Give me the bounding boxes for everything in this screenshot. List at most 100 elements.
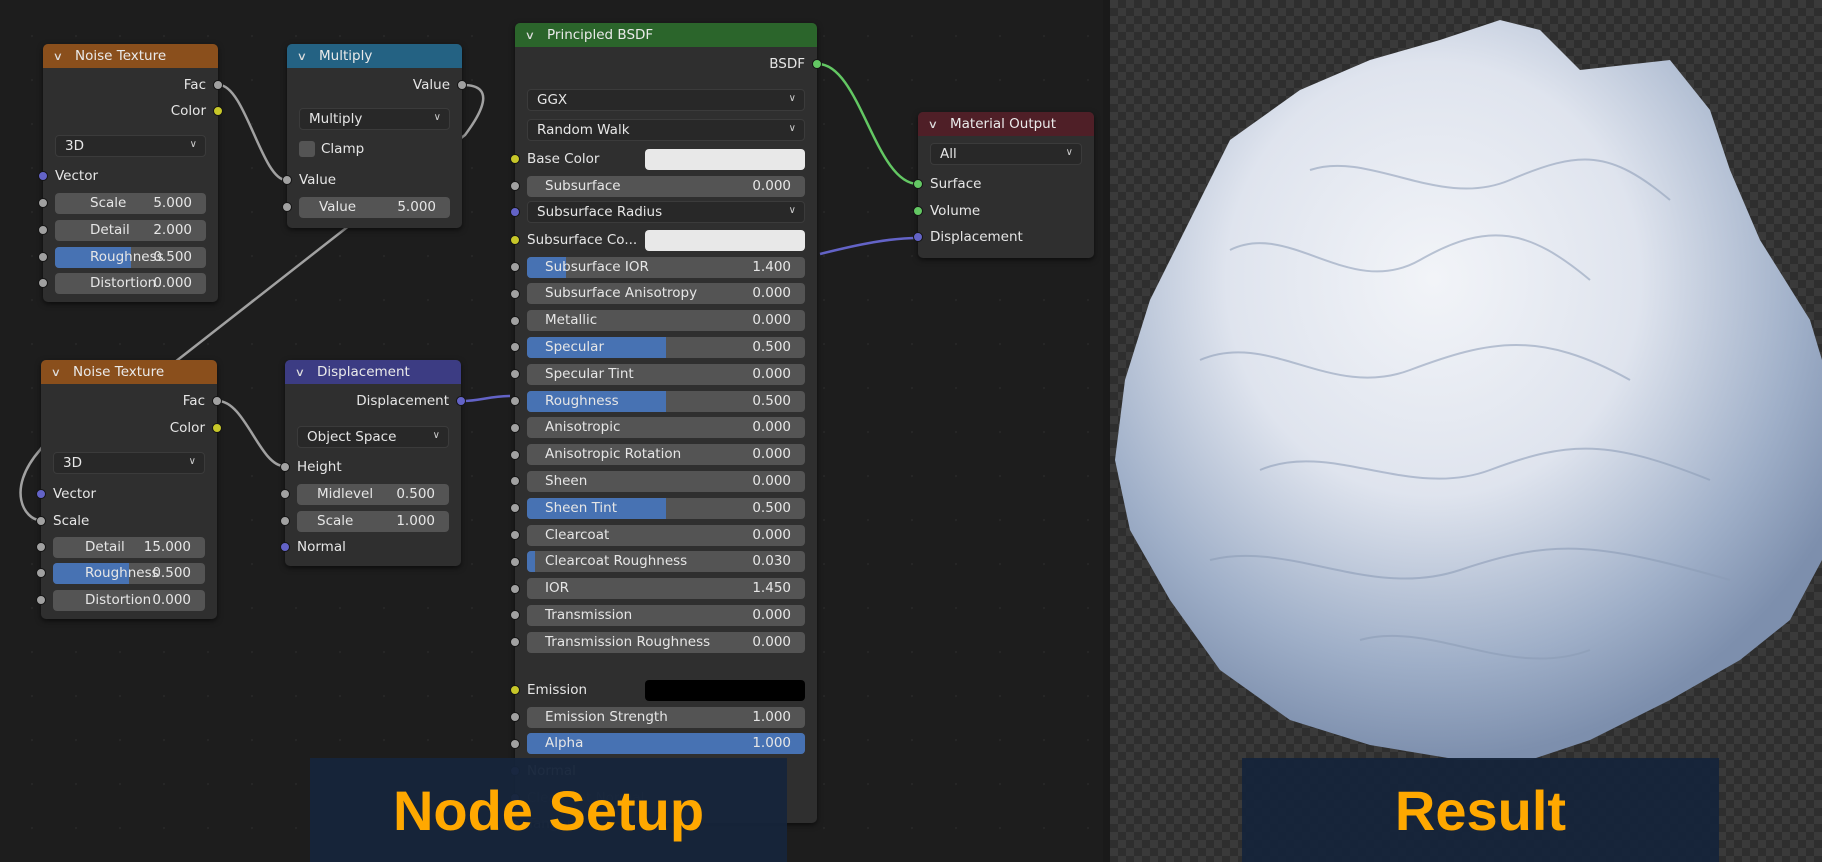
socket-subsurface-color-icon[interactable]: [510, 235, 520, 245]
node-header[interactable]: ∨ Multiply: [287, 44, 462, 68]
node-header[interactable]: ∨ Principled BSDF: [515, 23, 817, 47]
socket-normal-icon[interactable]: [280, 542, 290, 552]
noise-texture-node-1[interactable]: ∨ Noise Texture Fac Color 3D ∨ Vector Sc…: [38, 44, 223, 302]
base-color-swatch[interactable]: [645, 149, 805, 170]
principled-bsdf-node[interactable]: ∨ Principled BSDF BSDF GGX ∨ Random Walk…: [510, 23, 822, 832]
socket-fac-icon[interactable]: [212, 396, 222, 406]
scale-field[interactable]: Scale 5.000: [55, 192, 206, 214]
socket-icon[interactable]: [510, 369, 520, 380]
value-field[interactable]: Specular Tint 0.000: [527, 363, 805, 385]
socket-value-icon[interactable]: [282, 175, 292, 185]
socket-icon[interactable]: [510, 449, 520, 460]
socket-icon[interactable]: [510, 738, 520, 749]
socket-icon[interactable]: [510, 637, 520, 648]
clamp-checkbox-row[interactable]: Clamp: [287, 138, 462, 160]
value-field[interactable]: Subsurface Anisotropy 0.000: [527, 283, 805, 305]
value-field[interactable]: Sheen Tint 0.500: [527, 497, 805, 519]
socket-icon[interactable]: [510, 315, 520, 326]
socket-icon[interactable]: [510, 503, 520, 514]
socket-detail-icon[interactable]: [38, 225, 48, 235]
socket-icon[interactable]: [510, 610, 520, 621]
socket-icon[interactable]: [510, 712, 520, 722]
value-field[interactable]: Specular 0.500: [527, 336, 805, 358]
value-field[interactable]: Transmission Roughness 0.000: [527, 631, 805, 653]
socket-vector-icon[interactable]: [36, 489, 46, 499]
dimensions-dropdown[interactable]: 3D ∨: [53, 452, 205, 474]
value-field[interactable]: Alpha 1.000: [527, 733, 805, 755]
socket-volume-icon[interactable]: [913, 206, 923, 216]
midlevel-field[interactable]: Midlevel 0.500: [297, 483, 449, 505]
socket-roughness-icon[interactable]: [38, 252, 48, 262]
scale-field[interactable]: Scale 1.000: [297, 510, 449, 532]
value-field[interactable]: Value 5.000: [299, 196, 450, 218]
operation-dropdown[interactable]: Multiply ∨: [299, 108, 450, 130]
socket-icon[interactable]: [510, 262, 520, 272]
roughness-field[interactable]: Roughness 0.500: [55, 246, 206, 268]
socket-subsurface-icon[interactable]: [510, 181, 520, 191]
socket-icon[interactable]: [510, 288, 520, 299]
socket-color-icon[interactable]: [212, 423, 222, 433]
collapse-chevron-icon[interactable]: ∨: [51, 366, 72, 379]
socket-detail-icon[interactable]: [36, 542, 46, 552]
value-field[interactable]: Anisotropic 0.000: [527, 417, 805, 439]
value-field[interactable]: Metallic 0.000: [527, 310, 805, 332]
socket-value-icon[interactable]: [282, 202, 292, 212]
distortion-field[interactable]: Distortion 0.000: [53, 589, 205, 611]
noise-texture-node-2[interactable]: ∨ Noise Texture Fac Color 3D ∨ Vector Sc…: [36, 360, 222, 619]
node-header[interactable]: ∨ Material Output: [918, 112, 1094, 136]
clamp-checkbox[interactable]: [299, 141, 315, 157]
socket-scale-icon[interactable]: [36, 516, 46, 526]
subsurface-method-dropdown[interactable]: Random Walk ∨: [527, 119, 805, 141]
space-dropdown[interactable]: Object Space ∨: [297, 426, 449, 448]
socket-distortion-icon[interactable]: [36, 595, 46, 605]
emission-color-swatch[interactable]: [645, 680, 805, 701]
socket-subsurface-radius-icon[interactable]: [510, 207, 520, 217]
dimensions-dropdown[interactable]: 3D ∨: [55, 135, 206, 157]
value-field[interactable]: Subsurface IOR 1.400: [527, 256, 805, 278]
socket-displacement-icon[interactable]: [913, 232, 923, 242]
node-header[interactable]: ∨ Noise Texture: [43, 44, 218, 68]
socket-base-color-icon[interactable]: [510, 154, 520, 164]
collapse-chevron-icon[interactable]: ∨: [928, 118, 949, 131]
socket-scale-icon[interactable]: [38, 198, 48, 208]
node-header[interactable]: ∨ Displacement: [285, 360, 461, 384]
multiply-node[interactable]: ∨ Multiply Value Multiply ∨ Clamp Value …: [282, 44, 467, 228]
socket-icon[interactable]: [510, 583, 520, 594]
distribution-dropdown[interactable]: GGX ∨: [527, 89, 805, 111]
value-field[interactable]: Sheen 0.000: [527, 470, 805, 492]
socket-midlevel-icon[interactable]: [280, 489, 290, 499]
value-field[interactable]: Anisotropic Rotation 0.000: [527, 444, 805, 466]
socket-scale-icon[interactable]: [280, 516, 290, 526]
socket-vector-icon[interactable]: [38, 171, 48, 181]
socket-roughness-icon[interactable]: [36, 568, 46, 578]
socket-icon[interactable]: [510, 342, 520, 353]
distortion-field[interactable]: Distortion 0.000: [55, 272, 206, 294]
socket-icon[interactable]: [510, 422, 520, 433]
collapse-chevron-icon[interactable]: ∨: [297, 50, 318, 63]
socket-value-icon[interactable]: [457, 80, 467, 90]
collapse-chevron-icon[interactable]: ∨: [525, 29, 546, 42]
value-field[interactable]: Clearcoat 0.000: [527, 524, 805, 546]
socket-bsdf-icon[interactable]: [812, 59, 822, 69]
collapse-chevron-icon[interactable]: ∨: [53, 50, 74, 63]
socket-displacement-icon[interactable]: [456, 396, 466, 406]
socket-surface-icon[interactable]: [913, 179, 923, 189]
material-output-node[interactable]: ∨ Material Output All ∨ Surface Volume D…: [913, 112, 1094, 258]
value-field[interactable]: IOR 1.450: [527, 578, 805, 600]
subsurface-color-swatch[interactable]: [645, 230, 805, 251]
value-field[interactable]: Emission Strength 1.000: [527, 706, 805, 728]
target-dropdown[interactable]: All ∨: [930, 143, 1082, 165]
socket-distortion-icon[interactable]: [38, 278, 48, 288]
socket-height-icon[interactable]: [280, 462, 290, 472]
socket-emission-icon[interactable]: [510, 685, 520, 695]
roughness-field[interactable]: Roughness 0.500: [53, 562, 205, 584]
detail-field[interactable]: Detail 15.000: [53, 536, 205, 558]
value-field[interactable]: Clearcoat Roughness 0.030: [527, 551, 805, 573]
displacement-node[interactable]: ∨ Displacement Displacement Object Space…: [280, 360, 466, 566]
socket-color-icon[interactable]: [213, 106, 223, 116]
node-editor-canvas[interactable]: ∨ Noise Texture Fac Color 3D ∨ Vector Sc…: [0, 0, 1110, 862]
value-field[interactable]: Roughness 0.500: [527, 390, 805, 412]
socket-fac-icon[interactable]: [213, 80, 223, 90]
detail-field[interactable]: Detail 2.000: [55, 219, 206, 241]
socket-icon[interactable]: [510, 396, 520, 406]
